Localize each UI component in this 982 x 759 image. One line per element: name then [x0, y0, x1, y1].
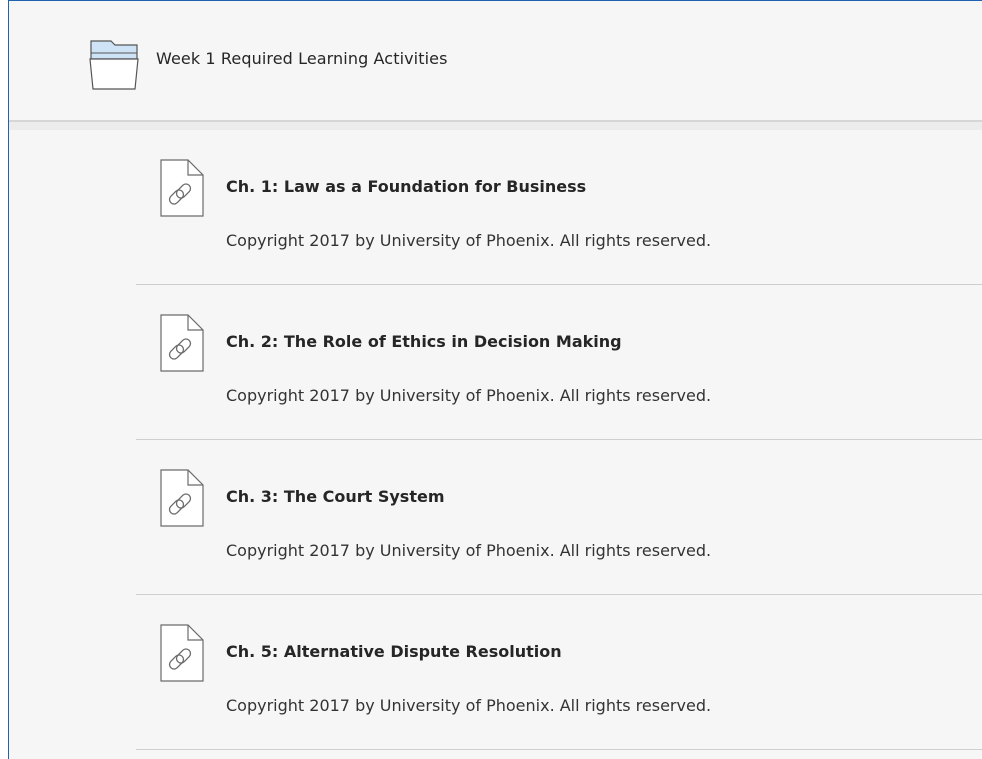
- content-frame: Week 1 Required Learning Activities Ch. …: [8, 0, 982, 759]
- web-link-document-icon: [160, 469, 204, 527]
- item-title-link[interactable]: Ch. 3: The Court System: [226, 487, 445, 506]
- content-item: Ch. 5: Alternative Dispute Resolution Co…: [136, 595, 982, 750]
- folder-header[interactable]: Week 1 Required Learning Activities: [9, 1, 982, 122]
- item-title-link[interactable]: Ch. 2: The Role of Ethics in Decision Ma…: [226, 332, 622, 351]
- item-divider: [136, 749, 982, 750]
- content-item: Ch. 3: The Court System Copyright 2017 b…: [136, 440, 982, 595]
- web-link-document-icon: [160, 159, 204, 217]
- item-description: Copyright 2017 by University of Phoenix.…: [226, 231, 712, 250]
- content-item: Ch. 1: Law as a Foundation for Business …: [136, 130, 982, 285]
- header-separator: [9, 122, 982, 130]
- web-link-document-icon: [160, 624, 204, 682]
- web-link-document-icon: [160, 314, 204, 372]
- item-description: Copyright 2017 by University of Phoenix.…: [226, 696, 712, 715]
- item-title-link[interactable]: Ch. 5: Alternative Dispute Resolution: [226, 642, 562, 661]
- item-description: Copyright 2017 by University of Phoenix.…: [226, 386, 712, 405]
- folder-title[interactable]: Week 1 Required Learning Activities: [156, 49, 448, 68]
- folder-open-icon: [89, 40, 139, 90]
- item-title-link[interactable]: Ch. 1: Law as a Foundation for Business: [226, 177, 586, 196]
- item-description: Copyright 2017 by University of Phoenix.…: [226, 541, 712, 560]
- content-item: Ch. 2: The Role of Ethics in Decision Ma…: [136, 285, 982, 440]
